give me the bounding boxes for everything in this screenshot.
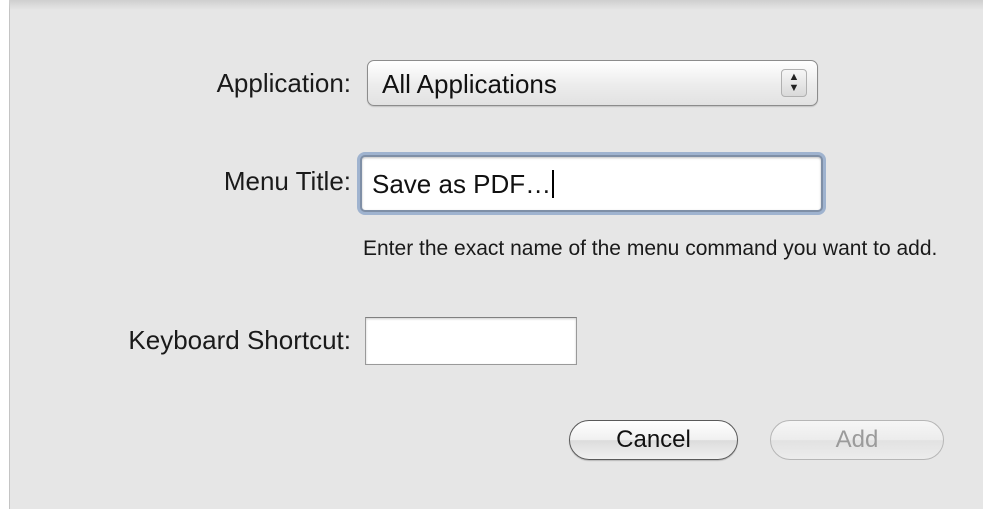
menu-title-label: Menu Title: bbox=[223, 166, 351, 196]
keyboard-shortcut-label: Keyboard Shortcut: bbox=[128, 325, 351, 355]
keyboard-shortcut-field[interactable] bbox=[365, 317, 577, 365]
text-caret bbox=[552, 170, 555, 198]
application-popup[interactable]: All Applications ▲ ▼ bbox=[367, 60, 818, 106]
menu-title-value: Save as PDF… bbox=[372, 169, 555, 200]
application-popup-value: All Applications bbox=[382, 69, 557, 99]
popup-up-down-arrows-icon: ▲ ▼ bbox=[781, 69, 807, 97]
add-button[interactable]: Add bbox=[770, 420, 944, 460]
menu-title-text: Save as PDF… bbox=[372, 169, 552, 199]
cancel-button[interactable]: Cancel bbox=[569, 420, 738, 460]
menu-title-help-text: Enter the exact name of the menu command… bbox=[363, 237, 938, 260]
menu-title-field[interactable]: Save as PDF… bbox=[360, 155, 823, 212]
application-label: Application: bbox=[216, 68, 351, 98]
sheet-top-shadow bbox=[9, 0, 983, 10]
